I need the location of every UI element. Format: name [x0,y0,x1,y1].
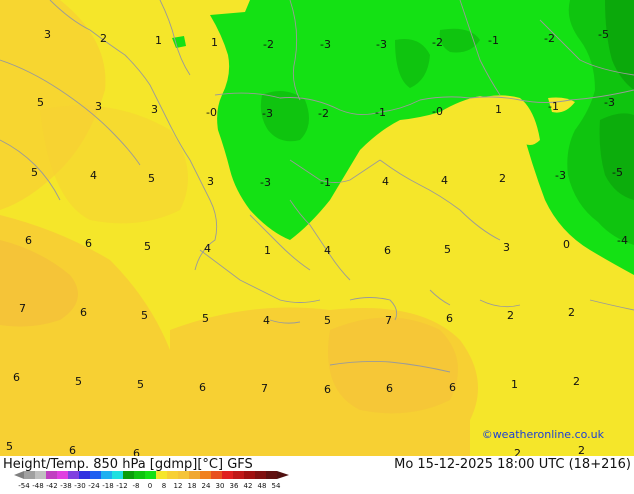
map-value-label: -2 [432,36,443,49]
map-value-label: -4 [617,234,628,247]
map-value-label: 2 [514,447,521,456]
color-scale-tick-label: 30 [216,482,225,490]
color-scale-tick-label: -54 [18,482,30,490]
map-value-label: -0 [432,105,443,118]
color-scale-tick-label: -42 [46,482,57,490]
color-scale-ticks: -54 -48 -42 -38 -30 -24 -18 -12 -8 0 8 12 18 24 30 36 42… [18,482,281,490]
map-value-label: 5 [144,240,151,253]
color-scale-tick-label: -24 [88,482,100,490]
map-value-label: 6 [133,447,140,456]
map-value-label: 4 [263,314,270,327]
map-value-label: 3 [95,100,102,113]
color-scale-tick-label: -8 [133,482,140,490]
map-value-label: 3 [503,241,510,254]
map-value-label: 5 [137,378,144,391]
map-value-label: 1 [211,36,218,49]
map-value-label: 5 [75,375,82,388]
map-value-label: -2 [263,38,274,51]
map-value-label: 6 [324,383,331,396]
color-scale-tick-label: 12 [174,482,183,490]
map-value-label: -5 [612,166,623,179]
map-value-label: -3 [555,169,566,182]
map-value-label: 1 [511,378,518,391]
map-value-label: 3 [44,28,51,41]
color-scale-tick-label: 18 [188,482,197,490]
map-value-label: 5 [324,314,331,327]
color-scale: -54 -48 -42 -38 -30 -24 -18 -12 -8 0 8 12 18 24 30 36 42… [14,471,299,494]
map-value-label: 2 [499,172,506,185]
map-value-label: 2 [568,306,575,319]
color-scale-tick-label: 48 [258,482,267,490]
map-value-label: 6 [449,381,456,394]
color-scale-tick-label: 36 [230,482,239,490]
map-value-label: 1 [495,103,502,116]
map-value-label: 2 [100,32,107,45]
map-value-label: -3 [604,96,615,109]
map-value-label: 1 [264,244,271,257]
map-value-label: 7 [385,314,392,327]
map-value-label: -0 [206,106,217,119]
map-value-label: 6 [85,237,92,250]
color-scale-tick-label: -12 [116,482,127,490]
map-value-label: 6 [386,382,393,395]
map-value-label: 2 [573,375,580,388]
map-value-label: 6 [199,381,206,394]
map-value-label: -5 [598,28,609,41]
map-value-label: 4 [204,242,211,255]
weather-map[interactable]: 3 2 1 1 -2 -3 -3 -2 -1 -2 -5 5 3 3 -0 -3… [0,0,634,456]
color-scale-tick-label: -18 [102,482,113,490]
map-value-label: -1 [320,176,331,189]
map-value-label: -2 [544,32,555,45]
color-scale-tick-label: -48 [32,482,43,490]
color-scale-tick-label: -38 [60,482,71,490]
color-scale-tick-label: 54 [272,482,281,490]
map-value-label: 6 [69,444,76,456]
map-value-label: 6 [25,234,32,247]
map-value-label: 5 [37,96,44,109]
color-scale-tick-label: 24 [202,482,211,490]
footer-bar: ©weatheronline.co.uk Height/Temp. 850 hP… [0,428,634,490]
forecast-datetime: Mo 15-12-2025 18:00 UTC (18+216) [394,457,631,472]
map-value-label: -3 [376,38,387,51]
color-scale-tick-label: 42 [244,482,253,490]
map-value-label: 0 [563,238,570,251]
map-title: Height/Temp. 850 hPa [gdmp][°C] GFS [3,457,253,472]
map-value-label: -1 [375,106,386,119]
map-value-label: 6 [13,371,20,384]
map-value-label: 5 [141,309,148,322]
map-value-label: 3 [207,175,214,188]
map-value-label: 3 [151,103,158,116]
map-value-label: 1 [155,34,162,47]
map-value-label: -3 [320,38,331,51]
map-value-label: 5 [148,172,155,185]
map-value-label: -3 [260,176,271,189]
map-value-label: -1 [488,34,499,47]
map-value-label: 4 [324,244,331,257]
map-value-label: 6 [80,306,87,319]
map-value-label: 7 [19,302,26,315]
map-value-label: -3 [262,107,273,120]
map-value-label: 4 [441,174,448,187]
map-value-label: -2 [318,107,329,120]
map-value-label: 5 [31,166,38,179]
map-value-label: 2 [578,444,585,456]
warmest-region-south [328,317,458,414]
map-value-label: 5 [202,312,209,325]
map-value-label: 4 [90,169,97,182]
map-value-label: 5 [6,440,13,453]
map-value-label: -1 [548,100,559,113]
color-scale-tick-label: -30 [74,482,85,490]
credit-link[interactable]: ©weatheronline.co.uk [482,428,604,441]
map-canvas: 3 2 1 1 -2 -3 -3 -2 -1 -2 -5 5 3 3 -0 -3… [0,0,634,456]
color-scale-tick-label: 0 [148,482,152,490]
map-value-label: 5 [444,243,451,256]
map-value-label: 7 [261,382,268,395]
map-value-label: 6 [384,244,391,257]
map-value-label: 4 [382,175,389,188]
color-scale-bar: -54 -48 -42 -38 -30 -24 -18 -12 -8 0 8 12 18 24 30 36 42… [14,471,289,490]
color-scale-tick-label: 8 [162,482,166,490]
map-value-label: 2 [507,309,514,322]
map-value-label: 6 [446,312,453,325]
